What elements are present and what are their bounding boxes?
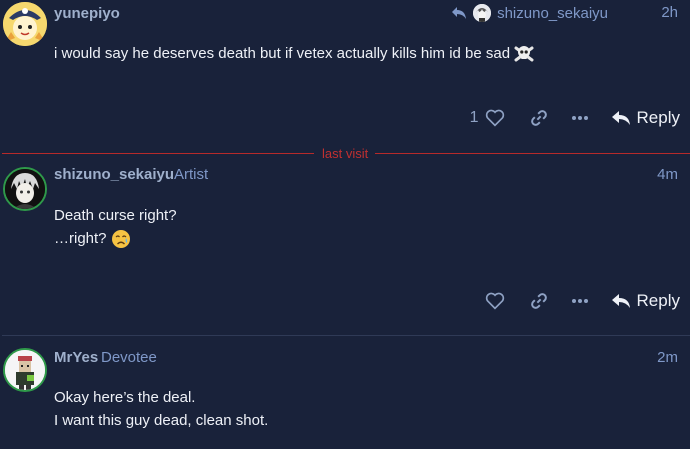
more-button[interactable] <box>571 298 589 304</box>
ellipsis-icon <box>571 116 588 120</box>
copy-link-button[interactable] <box>529 108 549 128</box>
avatar-image <box>5 350 45 390</box>
avatar-yunepiyo[interactable] <box>3 2 47 46</box>
last-visit-line-left <box>2 153 314 154</box>
post-text-line-1: Okay here’s the deal. <box>54 389 196 406</box>
post-text: i would say he deserves death but if vet… <box>54 45 511 62</box>
username[interactable]: yunepiyo <box>54 5 120 22</box>
last-visit-label: last visit <box>322 146 369 161</box>
post-text-line-2: …right? <box>54 230 107 247</box>
post-date[interactable]: 2h <box>661 4 678 21</box>
username[interactable]: shizuno_sekaiyu <box>54 166 174 183</box>
reply-button[interactable]: Reply <box>611 291 680 311</box>
link-icon <box>530 110 547 126</box>
reply-label: Reply <box>636 291 680 310</box>
last-visit-line-right <box>375 153 690 154</box>
copy-link-button[interactable] <box>529 291 549 311</box>
post-body: i would say he deserves death but if vet… <box>54 42 534 65</box>
reply-label: Reply <box>636 108 680 127</box>
more-button[interactable] <box>571 115 589 121</box>
post-actions: 1 Reply <box>470 105 680 131</box>
skull-crossbones-emoji <box>514 46 534 62</box>
heart-icon <box>485 292 504 310</box>
post-date[interactable]: 4m <box>657 166 678 183</box>
heart-icon <box>485 109 504 127</box>
reply-arrow-icon <box>452 7 467 19</box>
post-text-line-2: I want this guy dead, clean shot. <box>54 412 269 429</box>
reply-to-indicator[interactable]: shizuno_sekaiyu <box>451 4 608 22</box>
crying-face-emoji <box>111 230 130 249</box>
reply-to-username: shizuno_sekaiyu <box>497 4 608 22</box>
reply-to-avatar <box>473 4 492 22</box>
avatar-image <box>5 169 45 209</box>
avatar-image <box>3 2 47 46</box>
avatar-shizuno-sekaiyu[interactable] <box>3 167 47 211</box>
post-divider <box>2 335 690 336</box>
ellipsis-icon <box>571 299 588 303</box>
reply-button[interactable]: Reply <box>611 108 680 128</box>
post-body: Okay here’s the deal. I want this guy de… <box>54 386 268 432</box>
post-mryes: MrYes Devotee 2m Okay here’s the deal. I… <box>0 348 690 449</box>
reply-icon <box>611 294 630 308</box>
avatar-mryes[interactable] <box>3 348 47 392</box>
like-count[interactable]: 1 <box>470 109 479 127</box>
post-actions: Reply <box>485 288 680 314</box>
post-body: Death curse right? …right? <box>54 204 177 250</box>
link-icon <box>530 293 547 309</box>
post-text-line-1: Death curse right? <box>54 207 177 224</box>
username[interactable]: MrYes <box>54 349 98 366</box>
user-title: Devotee <box>101 349 157 366</box>
user-title: Artist <box>174 166 209 183</box>
post-shizuno-sekaiyu: shizuno_sekaiyu Artist 4m Death curse ri… <box>0 165 690 325</box>
post-date[interactable]: 2m <box>657 349 678 366</box>
post-yunepiyo: yunepiyo shizuno_sekaiyu 2h i would say … <box>0 0 690 150</box>
like-button[interactable] <box>485 292 505 310</box>
like-button[interactable] <box>485 109 505 127</box>
post-text-line-2-wrapper: …right? <box>54 227 177 250</box>
reply-icon <box>611 111 630 125</box>
